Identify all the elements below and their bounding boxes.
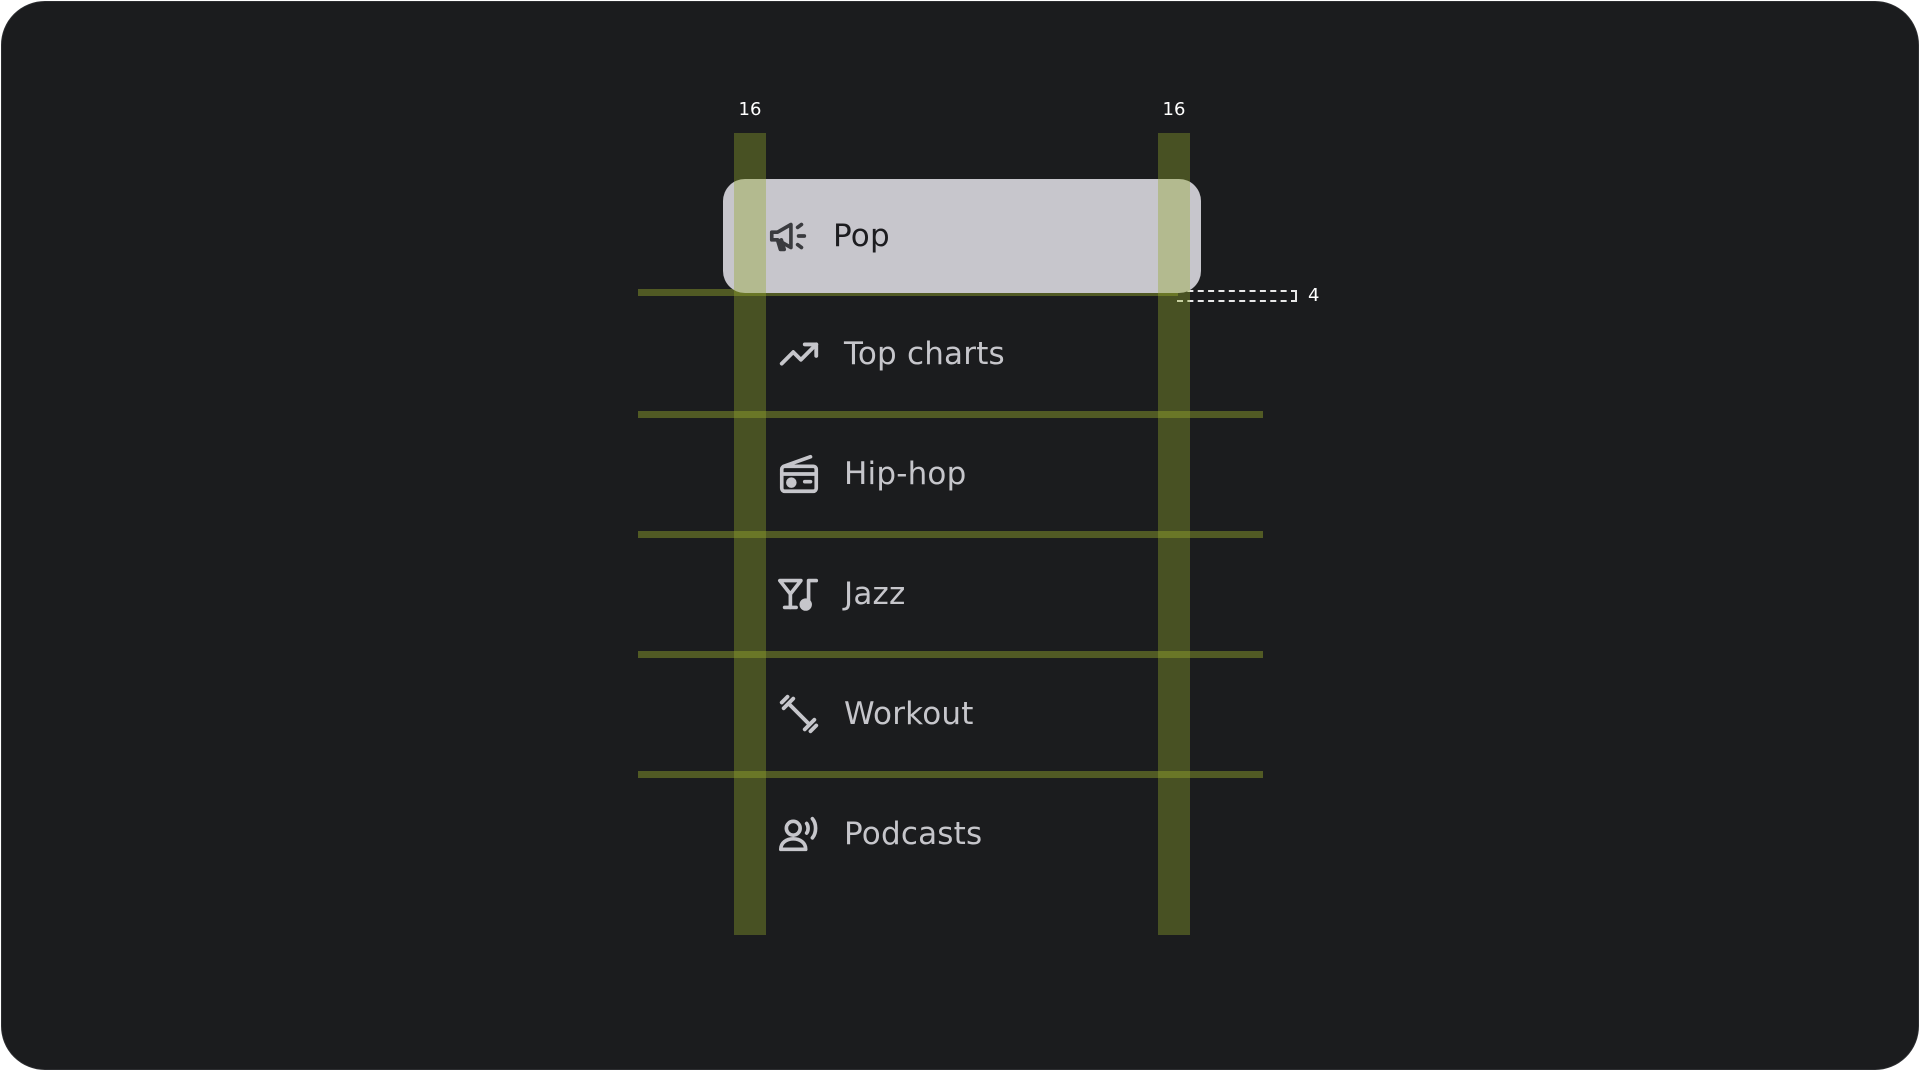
right-padding-overlay — [1158, 133, 1190, 935]
nav-item-top-charts[interactable]: Top charts — [723, 298, 1201, 410]
nav-item-workout[interactable]: Workout — [723, 658, 1201, 770]
nav-item-label: Workout — [844, 696, 974, 732]
nav-item-podcasts[interactable]: Podcasts — [723, 778, 1201, 890]
left-padding-label: 16 — [738, 99, 762, 120]
nav-item-hip-hop[interactable]: Hip-hop — [723, 418, 1201, 530]
left-padding-overlay — [734, 133, 766, 935]
record-voice-icon — [775, 810, 823, 858]
gap-label: 4 — [1308, 285, 1320, 306]
nav-item-label: Pop — [833, 218, 890, 254]
nav-item-label: Top charts — [844, 336, 1005, 372]
nav-item-label: Hip-hop — [844, 456, 967, 492]
nav-item-label: Jazz — [844, 576, 906, 612]
campaign-icon — [765, 212, 813, 260]
radio-icon — [775, 450, 823, 498]
right-padding-label: 16 — [1162, 99, 1186, 120]
canvas: 16 16 4 Pop Top charts Hip-hop Jazz Work… — [1, 1, 1919, 1070]
nav-item-pop[interactable]: Pop — [723, 179, 1201, 293]
nav-item-jazz[interactable]: Jazz — [723, 538, 1201, 650]
trending-up-icon — [775, 330, 823, 378]
nav-item-label: Podcasts — [844, 816, 983, 852]
nightlife-icon — [775, 570, 823, 618]
fitness-icon — [775, 690, 823, 738]
